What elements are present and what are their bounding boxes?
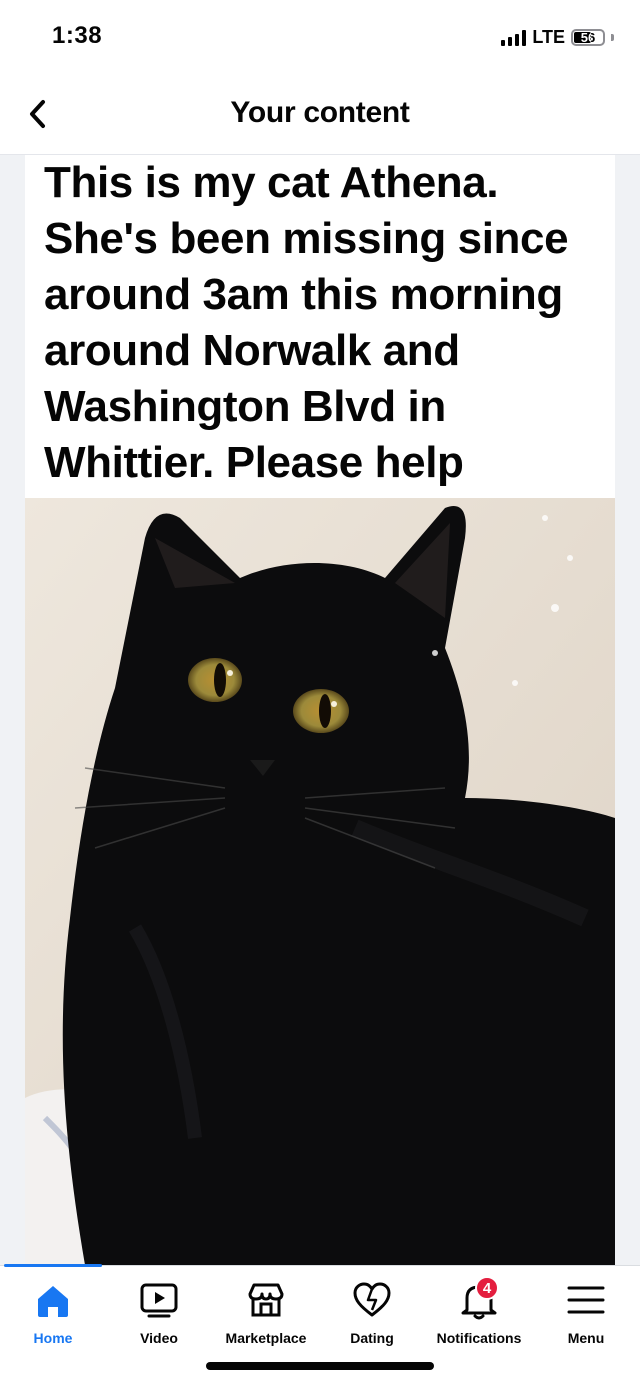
battery-cap — [611, 34, 614, 41]
battery-icon: 56 — [571, 29, 605, 46]
page-title: Your content — [230, 96, 410, 129]
status-time: 1:38 — [52, 22, 103, 49]
tab-dating[interactable]: Dating — [319, 1278, 425, 1356]
tab-label: Video — [140, 1330, 178, 1346]
post-photo[interactable] — [25, 498, 615, 1265]
bell-icon: 4 — [457, 1276, 501, 1322]
tab-menu[interactable]: Menu — [533, 1278, 639, 1356]
post-card: This is my cat Athena. She's been missin… — [25, 155, 615, 1265]
active-tab-indicator — [4, 1264, 102, 1267]
marketplace-icon — [244, 1278, 288, 1322]
screen: 1:38 LTE 56 Your content This is my cat … — [0, 0, 640, 1385]
video-icon — [137, 1278, 181, 1322]
network-label: LTE — [532, 27, 565, 47]
tab-label: Home — [33, 1330, 73, 1346]
tab-home[interactable]: Home — [0, 1278, 106, 1356]
tab-label: Marketplace — [225, 1330, 307, 1346]
tab-label: Notifications — [436, 1330, 522, 1346]
signal-icon — [501, 29, 527, 46]
battery-level: 56 — [580, 30, 596, 45]
menu-icon — [564, 1278, 608, 1322]
header: Your content — [0, 76, 640, 155]
status-indicators: LTE 56 — [501, 27, 614, 48]
dating-icon — [350, 1278, 394, 1322]
tab-label: Menu — [567, 1330, 605, 1346]
tab-label: Dating — [350, 1330, 394, 1346]
home-indicator[interactable] — [206, 1362, 434, 1370]
tab-notifications[interactable]: 4 Notifications — [426, 1276, 532, 1356]
cat-photo — [25, 498, 615, 1265]
status-bar: 1:38 LTE 56 — [0, 0, 640, 76]
home-icon — [31, 1278, 75, 1322]
content-area: This is my cat Athena. She's been missin… — [0, 155, 640, 1265]
notification-badge: 4 — [475, 1276, 499, 1300]
tab-marketplace[interactable]: Marketplace — [213, 1278, 319, 1356]
tab-video[interactable]: Video — [106, 1278, 212, 1356]
post-text: This is my cat Athena. She's been missin… — [44, 158, 569, 487]
